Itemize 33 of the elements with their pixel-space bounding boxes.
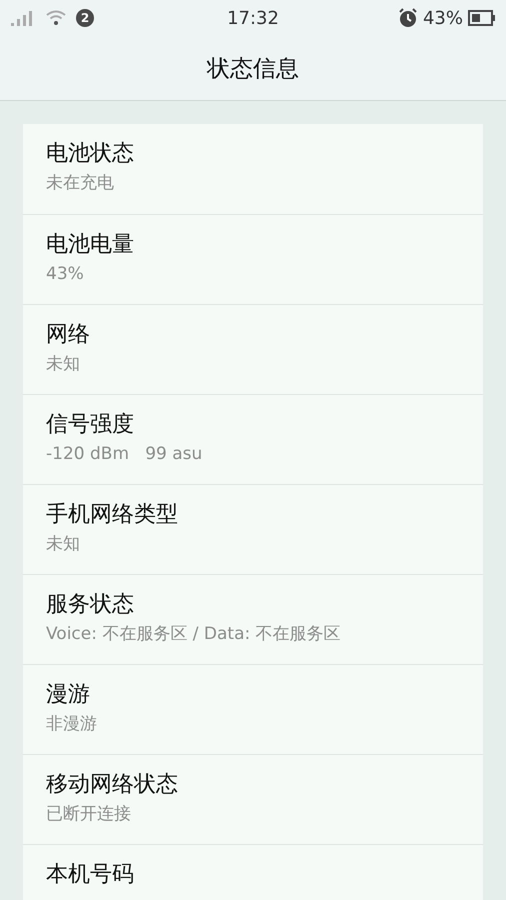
info-row[interactable]: 电池状态 未在充电	[23, 124, 483, 214]
row-value: 未在充电	[46, 172, 115, 195]
row-title: 服务状态	[46, 591, 135, 619]
row-value: Voice: 不在服务区 / Data: 不在服务区	[46, 623, 342, 646]
info-row[interactable]: 移动网络状态 已断开连接	[23, 754, 483, 844]
info-row[interactable]: 信号强度 -120 dBm 99 asu	[23, 394, 483, 484]
info-row[interactable]: 电池电量 43%	[23, 214, 483, 304]
wifi-icon	[46, 10, 66, 26]
info-row[interactable]: 服务状态 Voice: 不在服务区 / Data: 不在服务区	[23, 574, 483, 664]
row-title: 电池电量	[46, 231, 135, 259]
row-value: 43%	[46, 263, 85, 286]
row-title: 漫游	[46, 681, 91, 709]
clock-time: 17:32	[227, 8, 279, 28]
row-value: 已断开连接	[46, 803, 132, 826]
info-row[interactable]: 手机网络类型 未知	[23, 484, 483, 574]
info-row[interactable]: 漫游 非漫游	[23, 664, 483, 754]
row-title: 移动网络状态	[46, 771, 179, 799]
row-value: 未知	[46, 533, 81, 556]
battery-icon	[468, 10, 496, 26]
notification-badge: 2	[76, 9, 94, 27]
row-title: 网络	[46, 321, 91, 349]
row-value: 非漫游	[46, 713, 98, 736]
row-title: 信号强度	[46, 411, 135, 439]
row-title: 手机网络类型	[46, 501, 179, 529]
alarm-icon	[398, 8, 418, 28]
info-row[interactable]: 网络 未知	[23, 304, 483, 394]
info-row[interactable]: 本机号码	[23, 844, 483, 900]
row-title: 电池状态	[46, 140, 135, 168]
row-value: 未知	[46, 353, 81, 376]
page-title: 状态信息	[207, 54, 299, 84]
row-value: -120 dBm 99 asu	[46, 443, 204, 466]
row-title: 本机号码	[46, 861, 135, 889]
battery-percentage: 43%	[422, 8, 463, 28]
